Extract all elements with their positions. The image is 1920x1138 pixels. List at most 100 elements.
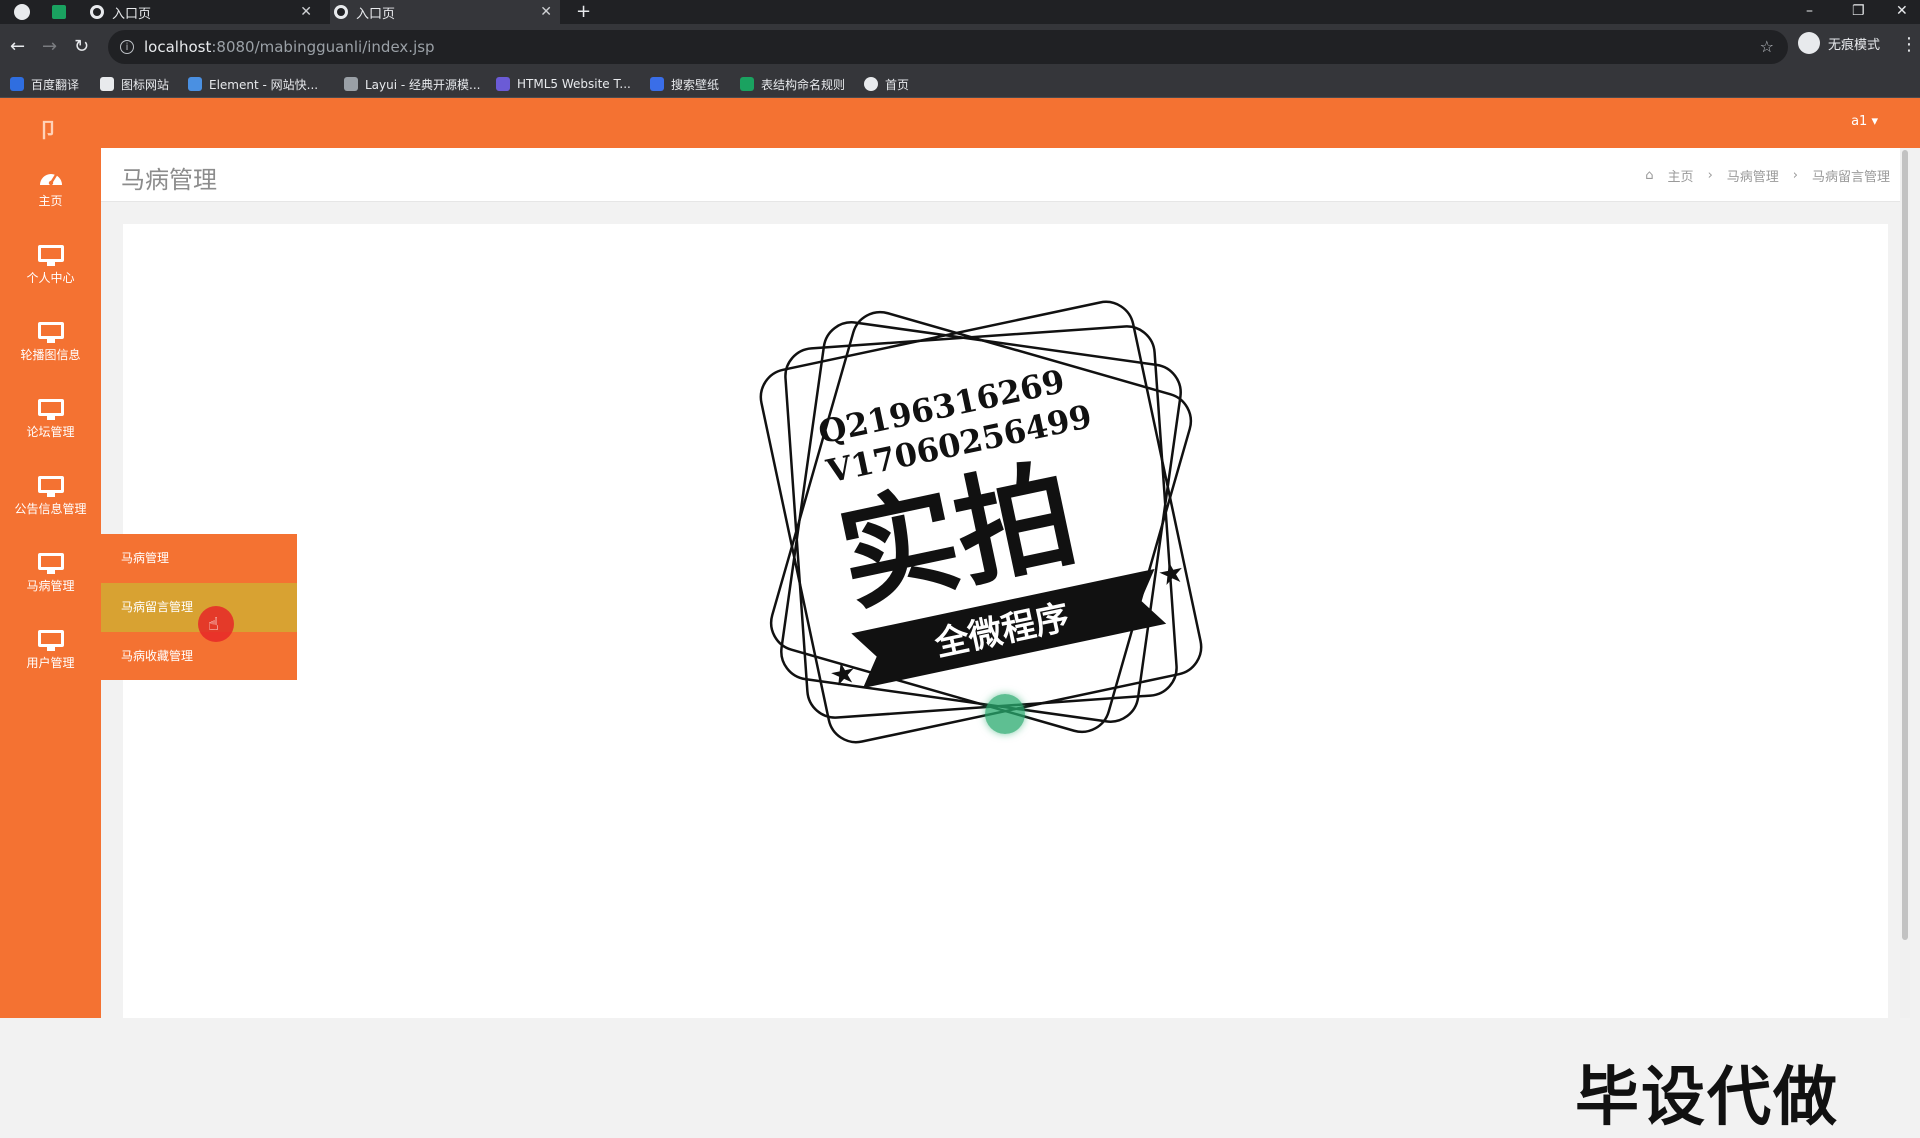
top-bar: a1 ▾ [0, 98, 1920, 148]
bookmark-item[interactable]: 搜索壁纸 [650, 70, 719, 98]
html5-icon [496, 77, 510, 91]
bookmark-item[interactable]: Element - 网站快... [188, 70, 318, 98]
cursor-indicator [198, 606, 234, 642]
breadcrumb: ⌂ 主页 › 马病管理 › 马病留言管理 [1645, 166, 1890, 185]
browser-toolbar: ← → ↻ i localhost:8080/mabingguanli/inde… [0, 24, 1920, 70]
bookmarks-bar: 百度翻译 图标网站 Element - 网站快... Layui - 经典开源模… [0, 70, 1920, 98]
bookmark-item[interactable]: 图标网站 [100, 70, 169, 98]
bookmark-item[interactable]: 首页 [864, 70, 909, 98]
layui-icon [344, 77, 358, 91]
monitor-icon [37, 476, 64, 496]
user-menu[interactable]: a1 ▾ [1851, 114, 1878, 129]
element-icon [188, 77, 202, 91]
monitor-icon [37, 630, 64, 650]
sidebar: 卩 主页 个人中心 轮播图信息 论坛管理 公告信息管理 马病管理 用户管理 [0, 98, 101, 1018]
logo-icon: 卩 [38, 118, 58, 142]
bookmark-item[interactable]: Layui - 经典开源模... [344, 70, 480, 98]
minimize-button[interactable]: – [1806, 0, 1813, 24]
submenu-item-favorites[interactable]: 马病收藏管理 [101, 632, 297, 681]
bookmark-label: 图标网站 [121, 77, 170, 92]
chrome-icon[interactable] [14, 4, 30, 20]
url-path: :8080/mabingguanli/index.jsp [211, 38, 435, 56]
sidebar-item-label: 用户管理 [26, 656, 75, 670]
stamp-image: Q2196316269 V17060256499 实拍 全微程序 ★ ★ [759, 300, 1203, 744]
dashboard-icon [38, 168, 64, 188]
address-bar[interactable]: i localhost:8080/mabingguanli/index.jsp … [108, 30, 1788, 64]
browser-menu-icon[interactable]: ⋮ [1900, 34, 1918, 55]
monitor-icon [37, 399, 64, 419]
close-tab-icon[interactable]: ✕ [540, 4, 552, 20]
bookmark-item[interactable]: HTML5 Website T... [496, 70, 631, 98]
sheet-icon [740, 77, 754, 91]
sidebar-item-carousel[interactable]: 轮播图信息 [0, 308, 101, 384]
sidebar-item-label: 轮播图信息 [20, 348, 81, 362]
content-panel: Q2196316269 V17060256499 实拍 全微程序 ★ ★ 毕设代… [123, 224, 1888, 1135]
bookmark-item[interactable]: 百度翻译 [10, 70, 79, 98]
monitor-icon [37, 245, 64, 265]
scrollbar[interactable] [1900, 148, 1910, 1018]
browser-tab-bar: 入口页 ✕ 入口页 ✕ + – ❐ ✕ [0, 0, 1920, 24]
sidebar-item-label: 论坛管理 [26, 425, 75, 439]
bookmark-star-icon[interactable]: ☆ [1760, 37, 1774, 56]
page-header: 马病管理 ⌂ 主页 › 马病管理 › 马病留言管理 [101, 148, 1910, 202]
globe-icon [90, 5, 104, 19]
bookmark-item[interactable]: 表结构命名规则 [740, 70, 845, 98]
sidebar-item-label: 主页 [38, 194, 63, 208]
bookmark-label: HTML5 Website T... [517, 77, 631, 91]
url-host: localhost [144, 38, 212, 56]
monitor-icon [37, 553, 64, 573]
chevron-right-icon: › [1707, 168, 1713, 183]
home-icon: ⌂ [1645, 168, 1654, 183]
incognito-indicator[interactable]: 无痕模式 [1798, 32, 1880, 54]
info-icon[interactable]: i [120, 40, 134, 54]
star-icon: ★ [826, 655, 860, 695]
tab-title: 入口页 [112, 6, 152, 22]
reload-button[interactable]: ↻ [74, 36, 89, 57]
click-indicator-dot [985, 694, 1025, 734]
app-favicon[interactable] [52, 5, 66, 19]
bookmark-label: 首页 [885, 77, 910, 92]
sidebar-item-notice[interactable]: 公告信息管理 [0, 462, 101, 538]
sidebar-item-home[interactable]: 主页 [0, 154, 101, 230]
sidebar-item-users[interactable]: 用户管理 [0, 616, 101, 692]
breadcrumb-section[interactable]: 马病管理 [1727, 166, 1779, 185]
monitor-icon [37, 322, 64, 342]
back-button[interactable]: ← [10, 36, 25, 57]
globe-icon [334, 5, 348, 19]
tab-1[interactable]: 入口页 ✕ [90, 0, 320, 24]
breadcrumb-current: 马病留言管理 [1811, 170, 1890, 185]
wallpaper-icon [650, 77, 664, 91]
globe-icon [864, 77, 878, 91]
bookmark-icon [10, 77, 24, 91]
close-tab-icon[interactable]: ✕ [300, 4, 312, 20]
bookmark-label: Layui - 经典开源模... [365, 77, 481, 92]
bookmark-label: 表结构命名规则 [761, 77, 846, 92]
new-tab-button[interactable]: + [576, 0, 591, 24]
forward-button[interactable]: → [42, 36, 57, 57]
bookmark-label: 搜索壁纸 [671, 77, 720, 92]
sidebar-item-label: 公告信息管理 [14, 502, 87, 516]
scrollbar-thumb[interactable] [1902, 150, 1908, 940]
close-window-button[interactable]: ✕ [1896, 0, 1908, 24]
submenu-horse-disease: 马病管理 马病留言管理 马病收藏管理 [101, 534, 297, 680]
sidebar-item-profile[interactable]: 个人中心 [0, 231, 101, 307]
app-root: a1 ▾ 卩 主页 个人中心 轮播图信息 论坛管理 公告信息管理 马病管理 用户… [0, 98, 1920, 1135]
sidebar-item-label: 马病管理 [26, 579, 75, 593]
breadcrumb-home[interactable]: 主页 [1668, 166, 1694, 185]
incognito-icon [1798, 32, 1820, 54]
sidebar-item-label: 个人中心 [26, 271, 75, 285]
flag-icon [100, 77, 114, 91]
restore-button[interactable]: ❐ [1852, 0, 1865, 24]
watermark-text: 毕设代做 [1575, 1061, 1839, 1135]
chevron-right-icon: › [1792, 168, 1798, 183]
tab-title: 入口页 [356, 6, 396, 22]
bookmark-label: 百度翻译 [31, 77, 80, 92]
bookmark-label: Element - 网站快... [209, 77, 319, 92]
tab-2-active[interactable]: 入口页 ✕ [330, 0, 560, 24]
incognito-label: 无痕模式 [1828, 37, 1881, 53]
main-area: 马病管理 ⌂ 主页 › 马病管理 › 马病留言管理 Q2196316269 V1… [101, 148, 1910, 1135]
page-title: 马病管理 [121, 166, 217, 194]
submenu-item-disease[interactable]: 马病管理 [101, 534, 297, 583]
sidebar-item-forum[interactable]: 论坛管理 [0, 385, 101, 461]
sidebar-item-horse-disease[interactable]: 马病管理 [0, 539, 101, 615]
